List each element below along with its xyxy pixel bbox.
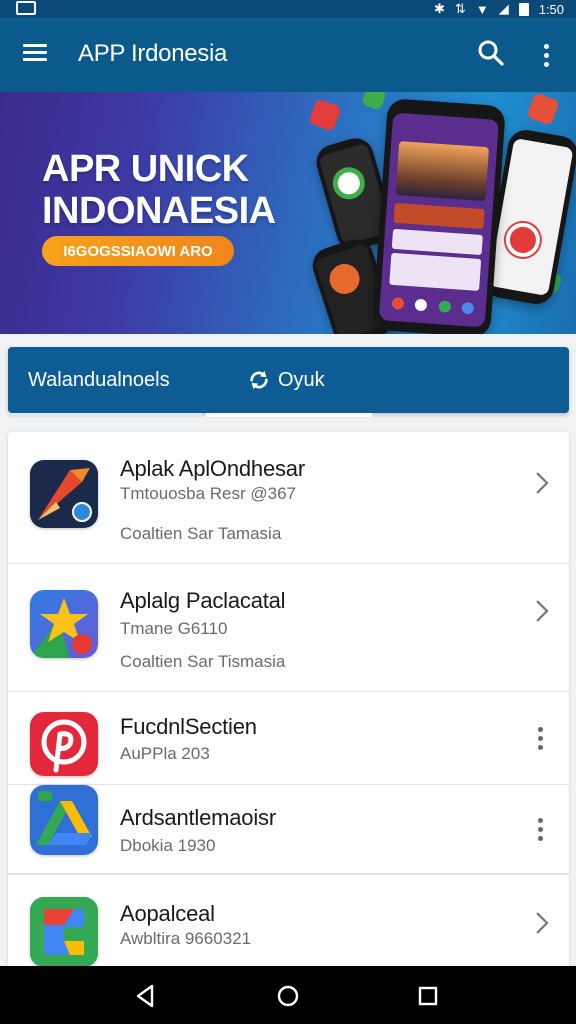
app-icon-red-arrow [30, 460, 98, 528]
more-vert-icon [537, 817, 543, 823]
signal-icon: ◢ [498, 1, 509, 16]
list-item[interactable]: FucdnlSectien AuPPla 203 [8, 692, 569, 784]
list-item[interactable]: Aplalg Paclacatal Tmane G6110 Coaltien S… [8, 564, 569, 692]
tab-bar: Walandualnoels Oyuk [8, 347, 569, 413]
app-title: FucdnlSectien [120, 714, 257, 739]
data-icon: ⇅ [454, 1, 466, 16]
chevron-right-icon [536, 912, 549, 934]
search-button[interactable] [476, 38, 510, 72]
app-icon-colorful [30, 897, 98, 967]
row-menu-button[interactable] [534, 724, 546, 752]
status-bar: ✱ ⇅ ▼ ◢ 1:50 [0, 0, 576, 18]
more-vert-icon [543, 43, 549, 49]
more-vert-icon [537, 726, 543, 732]
tab-indicator [8, 413, 202, 417]
status-time: 1:50 [538, 1, 564, 17]
app-icon-decor [308, 98, 342, 132]
back-icon [136, 984, 154, 1008]
recents-icon [418, 986, 438, 1006]
app-subtitle: AuPPla 203 [120, 744, 210, 763]
bluetooth-icon: ✱ [434, 1, 445, 16]
phone-illustration-main [372, 98, 506, 334]
chevron-right-icon [536, 600, 549, 622]
recents-button[interactable] [414, 982, 442, 1010]
chevron-right-icon [536, 472, 549, 494]
home-button[interactable] [274, 982, 302, 1010]
app-category: Coaltien Sar Tismasia [120, 652, 286, 671]
app-list: Aplak AplOndhesar Tmtouosba Resr @367 Co… [8, 432, 569, 992]
open-button[interactable] [532, 909, 552, 937]
status-icons: ✱ ⇅ ▼ ◢ 1:50 [434, 0, 564, 18]
row-menu-button[interactable] [534, 815, 546, 843]
app-subtitle: Awbltira 9660321 [120, 929, 252, 948]
app-icon-decor [361, 92, 387, 111]
banner-cta-button[interactable]: I6GOGSSIAOWI ARO [42, 236, 234, 266]
system-nav-bar [0, 966, 576, 1024]
app-subtitle: Tmane G6110 [120, 619, 228, 638]
pinterest-icon [30, 712, 98, 776]
banner-title: APR UNICK INDONAESIA [42, 148, 276, 232]
battery-icon [518, 2, 529, 16]
menu-button[interactable] [18, 40, 52, 70]
app-icon-star [30, 590, 98, 658]
tab-indicator-active [206, 413, 372, 417]
app-title: Aplalg Paclacatal [120, 588, 286, 613]
open-button[interactable] [532, 469, 552, 497]
menu-icon [23, 44, 47, 47]
app-category: Coaltien Sar Tamasia [120, 524, 282, 543]
back-button[interactable] [132, 982, 160, 1010]
list-item[interactable]: Ardsantlemaoisr Dbokia 1930 [8, 784, 569, 874]
app-title: Ardsantlemaoisr [120, 805, 276, 830]
list-item[interactable]: Aplak AplOndhesar Tmtouosba Resr @367 Co… [8, 432, 569, 564]
promo-banner[interactable]: APR UNICK INDONAESIA I6GOGSSIAOWI ARO [0, 92, 576, 334]
app-title: APP Irdonesia [78, 40, 228, 67]
more-options-button[interactable] [534, 40, 558, 70]
sync-icon [250, 370, 268, 390]
app-title: Aplak AplOndhesar [120, 456, 305, 481]
app-subtitle: Tmtouosba Resr @367 [120, 484, 297, 503]
app-icon-decor [526, 92, 560, 126]
open-button[interactable] [532, 597, 552, 625]
app-subtitle: Dbokia 1930 [120, 836, 216, 855]
app-bar: APP Irdonesia [0, 18, 576, 92]
gallery-icon [16, 1, 36, 15]
search-icon [478, 40, 504, 66]
app-icon-drive [30, 785, 98, 855]
wifi-icon: ▼ [475, 1, 489, 17]
app-title: Aopalceal [120, 901, 215, 926]
home-icon [277, 985, 299, 1007]
tab-oyuk[interactable]: Oyuk [248, 347, 428, 413]
tab-walandualnoels[interactable]: Walandualnoels [28, 347, 208, 413]
